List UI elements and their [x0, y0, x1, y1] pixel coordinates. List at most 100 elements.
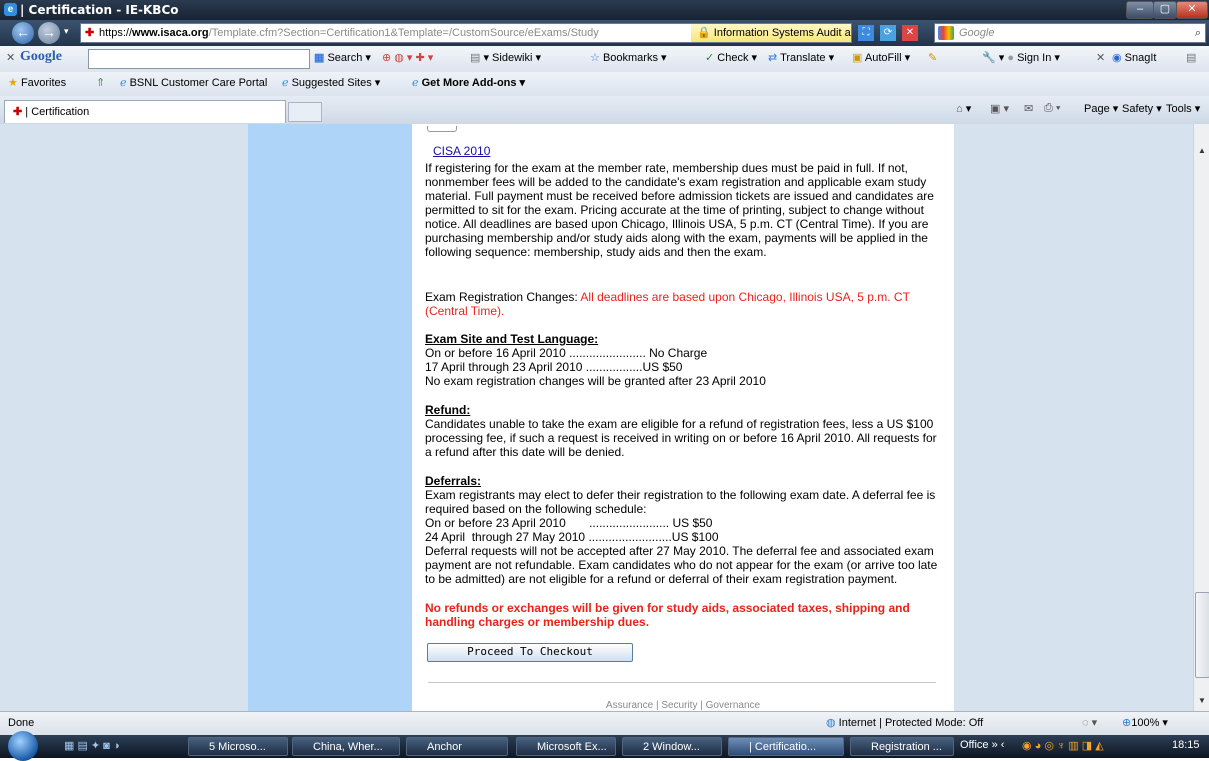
taskbar-item[interactable]: China, Wher...	[292, 737, 400, 756]
deferrals-intro: Exam registrants may elect to defer thei…	[425, 488, 936, 516]
membership-paragraph: If registering for the exam at the membe…	[425, 161, 934, 259]
tray-icons[interactable]: ◉ ◕ ◎ ♆ ▥ ◨ ◭	[1022, 739, 1104, 752]
lock-icon: 🔒	[697, 27, 711, 39]
vertical-scrollbar[interactable]: ▲ ▼	[1193, 124, 1209, 711]
taskbar-item[interactable]: Registration ...	[850, 737, 954, 756]
start-button[interactable]	[8, 731, 38, 761]
registration-changes: Exam Registration Changes: All deadlines…	[425, 290, 940, 318]
home-icon: ⌂	[956, 103, 963, 115]
translate-icon: ⇄	[768, 52, 778, 64]
taskbar-item[interactable]: | Certificatio...	[728, 737, 844, 756]
proceed-to-checkout-button[interactable]: Proceed To Checkout	[427, 643, 633, 662]
google-g-icon: ▦	[314, 52, 325, 64]
feeds-icon[interactable]: ▣ ▾	[990, 102, 1009, 115]
sidewiki-icon: ▤	[470, 52, 481, 64]
site-favicon-icon: ✚	[85, 27, 95, 39]
status-bar: Done ◍ Internet | Protected Mode: Off ◌ …	[0, 711, 1209, 736]
star-icon: ☆	[590, 52, 600, 64]
globe-icon: ◍	[826, 717, 836, 729]
exam-site-heading: Exam Site and Test Language:	[425, 332, 599, 346]
compatibility-view-icon[interactable]: ⛶	[858, 25, 874, 41]
tools-menu[interactable]: Tools ▾	[1166, 102, 1200, 115]
home-button[interactable]: ⌂ ▾	[956, 102, 971, 115]
taskbar-item[interactable]: Anchor	[406, 737, 508, 756]
suggested-sites-icon: ℯ	[282, 77, 289, 89]
search-icon[interactable]: ⌕	[1195, 24, 1201, 42]
mail-icon[interactable]: ✉	[1024, 102, 1033, 115]
favorite-get-addons[interactable]: ℯ Get More Add-ons ▾	[412, 76, 525, 89]
recent-pages-icon[interactable]: ▾	[64, 26, 69, 37]
clock: 18:15	[1172, 739, 1200, 751]
toolbar-check-button[interactable]: ✓ Check ▾	[705, 51, 757, 64]
taskbar-item[interactable]: 2 Window...	[622, 737, 722, 756]
status-text: Done	[8, 717, 35, 729]
snagit-icon: ◉	[1112, 52, 1122, 64]
print-icon[interactable]: ⎙ ▾	[1044, 102, 1060, 115]
scroll-up-icon[interactable]: ▲	[1198, 146, 1206, 155]
pencil-icon[interactable]: ✎	[928, 51, 937, 64]
close-toolbar-icon[interactable]: ✕	[6, 51, 15, 64]
toolbar-settings-button[interactable]: 🔧 ▾ ● Sign In ▾	[982, 51, 1060, 64]
refund-text: Candidates unable to take the exam are e…	[425, 417, 937, 459]
tab-label: | Certification	[25, 106, 90, 118]
zoom-control[interactable]: ⊕100% ▾	[1122, 716, 1168, 729]
deferral-line-2: 24 April through 27 May 2010 ...........…	[425, 530, 719, 544]
site-identity-badge[interactable]: 🔒 Information Systems Audit and Con...	[691, 24, 851, 42]
maximize-button[interactable]: ▢	[1153, 1, 1177, 19]
favorite-suggested-sites[interactable]: ℯ Suggested Sites ▾	[282, 76, 380, 89]
favorite-bsnl[interactable]: ℯ BSNL Customer Care Portal	[120, 76, 267, 89]
toolbar-search-button[interactable]: ▦ Search ▾	[314, 51, 371, 64]
toolbar-translate-button[interactable]: ⇄ Translate ▾	[768, 51, 834, 64]
close-button[interactable]: ✕	[1176, 1, 1208, 19]
google-toolbar-search-input[interactable]	[88, 49, 310, 69]
autofill-icon: ▣	[852, 52, 863, 64]
exam-site-line-2: 17 April through 23 April 2010 .........…	[425, 360, 683, 374]
add-favorite-icon[interactable]: ⇑	[96, 76, 105, 89]
google-toolbar-label: Google	[20, 49, 62, 64]
web-search-input[interactable]: Google ⌕	[934, 23, 1206, 43]
exam-site-line-1: On or before 16 April 2010 .............…	[425, 346, 708, 360]
registration-changes-label: Exam Registration Changes:	[425, 290, 581, 304]
footer-divider	[428, 682, 936, 683]
taskbar-item[interactable]: 5 Microso...	[188, 737, 288, 756]
deferral-line-1: On or before 23 April 2010 .............…	[425, 516, 713, 530]
forward-button[interactable]: →	[38, 22, 60, 44]
google-toolbar: ✕ Google ▦ Search ▾ ⊕ ◍ ▾ ✚ ▾ ▤ ▾ Sidewi…	[0, 46, 1209, 73]
tab-certification[interactable]: ✚ | Certification	[4, 100, 286, 123]
deferrals-heading: Deferrals:	[425, 474, 482, 488]
stop-icon[interactable]: ✕	[902, 25, 918, 41]
window-title: | Certification - IE-KBCo	[20, 3, 179, 17]
toolbar-sidewiki-button[interactable]: ▤ ▾ Sidewiki ▾	[470, 51, 541, 64]
partial-row-fragment	[427, 126, 457, 132]
left-nav-panel	[248, 124, 412, 711]
refresh-icon[interactable]: ⟳	[880, 25, 896, 41]
compat-status-icon[interactable]: ◌ ▾	[1082, 716, 1097, 729]
address-path: /Template.cfm?Section=Certification1&Tem…	[208, 27, 599, 39]
back-button[interactable]: ←	[12, 22, 34, 44]
office-toolbar[interactable]: Office » ‹	[960, 739, 1004, 751]
toolbar-snagit-button[interactable]: ◉ SnagIt	[1112, 51, 1156, 64]
site-footer: Assurance | Security | Governance	[605, 700, 761, 711]
window-titlebar: e | Certification - IE-KBCo – ▢ ✕	[0, 0, 1209, 20]
page-menu[interactable]: Page ▾	[1084, 102, 1118, 115]
address-host: www.isaca.org	[132, 27, 209, 39]
cisa-2010-link[interactable]: CISA 2010	[433, 144, 490, 158]
taskbar: ▦ ▤ ✦ ◙ ◑ 5 Microso... China, Wher... An…	[0, 731, 1209, 761]
taskbar-item[interactable]: Microsoft Ex...	[516, 737, 616, 756]
snagit-capture-icon[interactable]: ▤	[1186, 51, 1196, 64]
toolbar-bookmarks-button[interactable]: ☆ Bookmarks ▾	[590, 51, 667, 64]
close-snagit-icon[interactable]: ✕	[1096, 51, 1105, 64]
new-tab-button[interactable]	[288, 102, 322, 122]
google-provider-icon	[938, 26, 954, 40]
favorites-button[interactable]: ★ Favorites	[8, 76, 66, 89]
toolbar-extras-icon[interactable]: ⊕ ◍ ▾ ✚ ▾	[382, 51, 433, 64]
security-zone[interactable]: ◍ Internet | Protected Mode: Off	[826, 716, 983, 729]
toolbar-autofill-button[interactable]: ▣ AutoFill ▾	[852, 51, 910, 64]
favorites-star-icon: ★	[8, 77, 18, 89]
safety-menu[interactable]: Safety ▾	[1122, 102, 1162, 115]
scroll-thumb[interactable]	[1195, 592, 1209, 678]
minimize-button[interactable]: –	[1126, 1, 1154, 19]
address-bar[interactable]: ✚ https://www.isaca.org/Template.cfm?Sect…	[80, 23, 852, 43]
scroll-down-icon[interactable]: ▼	[1198, 696, 1206, 705]
quick-launch-icons[interactable]: ▦ ▤ ✦ ◙ ◑	[64, 739, 120, 752]
